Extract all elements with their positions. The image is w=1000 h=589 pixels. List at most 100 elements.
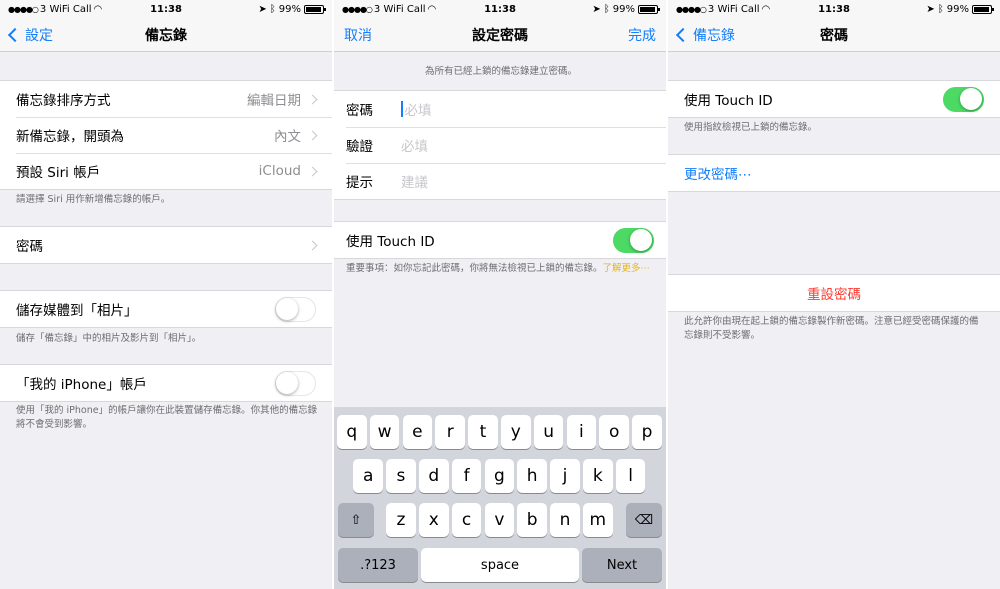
notes-options-group: 備忘錄排序方式 編輯日期 新備忘錄，開頭為 內文 預設 Siri 帳戶 iCloud	[0, 80, 332, 190]
my-iphone-row: 「我的 iPhone」帳戶	[0, 365, 332, 401]
touch-id-row: 使用 Touch ID	[668, 81, 1000, 117]
key-u[interactable]: u	[533, 415, 564, 449]
key-d[interactable]: d	[419, 459, 449, 493]
numbers-key[interactable]: .?123	[338, 548, 418, 582]
reset-password-button[interactable]: 重設密碼	[668, 275, 1000, 311]
my-iphone-toggle[interactable]	[275, 370, 316, 396]
status-bar: ●●●●○ 3 WiFi Call ◠ 11:38 ➤ ᛒ 99%	[668, 0, 1000, 18]
shift-key[interactable]: ⇧	[338, 503, 374, 537]
keyboard-row-4: .?123 space Next	[334, 548, 666, 582]
key-b[interactable]: b	[517, 503, 547, 537]
key-x[interactable]: x	[419, 503, 449, 537]
siri-account-row[interactable]: 預設 Siri 帳戶 iCloud	[0, 153, 332, 189]
my-iphone-group: 「我的 iPhone」帳戶	[0, 364, 332, 402]
key-w[interactable]: w	[369, 415, 400, 449]
battery-icon	[304, 4, 326, 14]
key-v[interactable]: v	[484, 503, 515, 537]
change-password-group: 更改密碼⋯	[668, 154, 1000, 192]
space-key[interactable]: space	[421, 548, 579, 582]
password-fields-group: 密碼 必填 驗證 必填 提示 建議	[334, 90, 666, 200]
chevron-left-icon	[675, 27, 691, 42]
bluetooth-icon: ᛒ	[269, 3, 276, 15]
set-password-screen: ●●●●○ 3 WiFi Call ◠ 11:38 ➤ ᛒ 99% 取消 設定密碼 …	[334, 0, 666, 589]
navigation-bar: 設定 備忘錄	[0, 18, 332, 52]
key-i[interactable]: i	[566, 415, 597, 449]
done-button[interactable]: 完成	[628, 25, 656, 45]
key-o[interactable]: o	[599, 415, 629, 449]
verify-field[interactable]: 驗證 必填	[334, 127, 666, 163]
key-t[interactable]: t	[468, 415, 498, 449]
touch-id-group: 使用 Touch ID	[668, 80, 1000, 118]
location-icon: ➤	[926, 3, 935, 15]
carrier-label: 3 WiFi Call	[39, 3, 92, 15]
signal-icon: ●●●●○	[8, 4, 39, 14]
password-header-text: 為所有已經上鎖的備忘錄建立密碼。	[424, 66, 577, 77]
status-bar: ●●●●○ 3 WiFi Call ◠ 11:38 ➤ ᛒ 99%	[334, 0, 666, 18]
password-placeholder: 必填	[404, 103, 432, 119]
sort-by-row[interactable]: 備忘錄排序方式 編輯日期	[0, 81, 332, 117]
key-h[interactable]: h	[517, 459, 547, 493]
save-media-group: 儲存媒體到「相片」	[0, 290, 332, 328]
key-r[interactable]: r	[435, 415, 465, 449]
password-settings-screen: ●●●●○ 3 WiFi Call ◠ 11:38 ➤ ᛒ 99% 備忘錄 密碼 使…	[668, 0, 1000, 589]
key-q[interactable]: q	[337, 415, 367, 449]
key-g[interactable]: g	[484, 459, 515, 493]
location-icon: ➤	[592, 3, 601, 15]
signal-icon: ●●●●○	[342, 4, 373, 14]
backspace-key[interactable]: ⌫	[626, 503, 662, 537]
key-k[interactable]: k	[583, 459, 613, 493]
touch-id-group: 使用 Touch ID	[334, 221, 666, 259]
key-z[interactable]: z	[386, 503, 416, 537]
save-media-toggle[interactable]	[275, 296, 316, 322]
cancel-button[interactable]: 取消	[344, 25, 372, 45]
key-s[interactable]: s	[386, 459, 416, 493]
key-a[interactable]: a	[353, 459, 383, 493]
page-title: 備忘錄	[145, 27, 187, 44]
battery-icon	[972, 4, 994, 14]
next-key[interactable]: Next	[582, 548, 662, 582]
hint-field[interactable]: 提示 建議	[334, 163, 666, 199]
wifi-icon: ◠	[761, 3, 771, 15]
chevron-left-icon	[7, 27, 23, 42]
backspace-icon: ⌫	[634, 512, 654, 528]
key-n[interactable]: n	[550, 503, 580, 537]
page-title: 密碼	[820, 27, 848, 44]
hint-placeholder: 建議	[401, 175, 428, 191]
key-m[interactable]: m	[583, 503, 613, 537]
key-p[interactable]: p	[632, 415, 662, 449]
change-password-button[interactable]: 更改密碼⋯	[668, 155, 1000, 191]
status-bar: ●●●●○ 3 WiFi Call ◠ 11:38 ➤ ᛒ 99%	[0, 0, 332, 18]
carrier-label: 3 WiFi Call	[373, 3, 426, 15]
my-iphone-footer: 使用「我的 iPhone」的帳戶讓你在此裝置儲存備忘錄。你其他的備忘錄將不會受到…	[16, 405, 318, 430]
shift-icon: ⇧	[350, 512, 362, 528]
bluetooth-icon: ᛒ	[603, 3, 610, 15]
key-c[interactable]: c	[451, 503, 482, 537]
touch-id-footer: 使用指紋檢視已上鎖的備忘錄。	[684, 122, 818, 133]
chevron-right-icon	[307, 130, 318, 140]
key-f[interactable]: f	[451, 459, 482, 493]
save-media-row: 儲存媒體到「相片」	[0, 291, 332, 327]
notes-settings-screen: ●●●●○ 3 WiFi Call ◠ 11:38 ➤ ᛒ 99% 設定 備忘錄 備…	[0, 0, 332, 589]
password-group: 密碼	[0, 226, 332, 264]
password-row[interactable]: 密碼	[0, 227, 332, 263]
chevron-right-icon	[307, 166, 318, 176]
location-icon: ➤	[258, 3, 267, 15]
key-l[interactable]: l	[615, 459, 646, 493]
siri-account-footer: 請選擇 Siri 用作新增備忘錄的帳戶。	[16, 194, 171, 205]
touch-id-row: 使用 Touch ID	[334, 222, 666, 258]
key-j[interactable]: j	[550, 459, 580, 493]
wifi-icon: ◠	[427, 3, 437, 15]
keyboard-row-1: qwertyuiop	[334, 415, 666, 449]
learn-more-link[interactable]: 了解更多⋯	[603, 263, 651, 274]
touch-id-toggle[interactable]	[943, 86, 984, 112]
reset-password-footer: 此允許你由現在起上鎖的備忘錄製作新密碼。注意已經受密碼保護的備忘錄則不受影響。	[684, 316, 979, 341]
password-field[interactable]: 密碼 必填	[334, 91, 666, 127]
key-e[interactable]: e	[402, 415, 433, 449]
key-y[interactable]: y	[501, 415, 531, 449]
new-note-start-row[interactable]: 新備忘錄，開頭為 內文	[0, 117, 332, 153]
back-button[interactable]: 設定	[7, 25, 53, 45]
navigation-bar: 取消 設定密碼 完成	[334, 18, 666, 52]
touch-id-toggle[interactable]	[613, 227, 654, 253]
back-button[interactable]: 備忘錄	[675, 25, 735, 45]
keyboard-row-3: ⇧ ⌫ zxcvbnm	[334, 503, 666, 537]
